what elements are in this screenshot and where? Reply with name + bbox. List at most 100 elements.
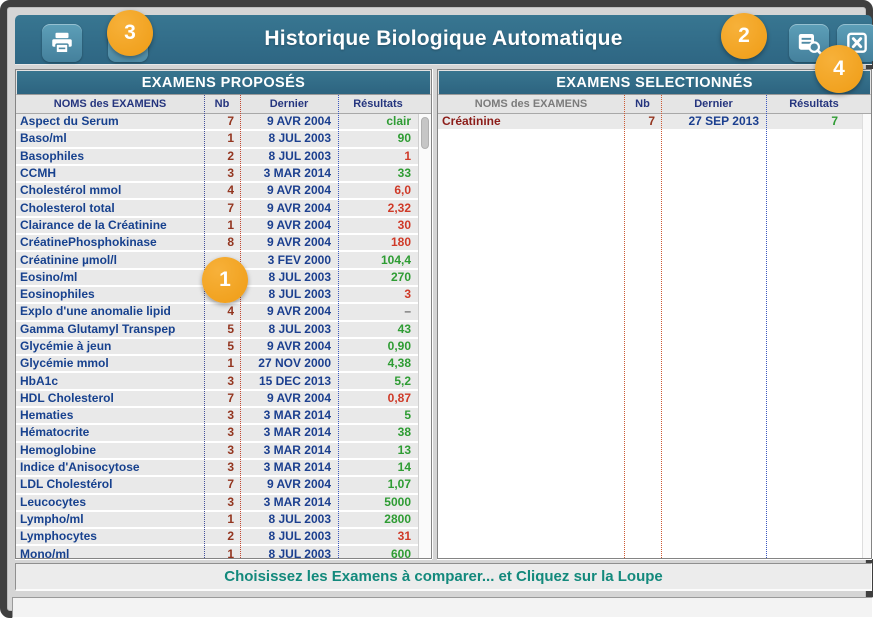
- table-cell: 4: [204, 304, 240, 319]
- table-row[interactable]: Mono/ml18 JUL 2003600: [16, 546, 418, 558]
- scrollbar-thumb[interactable]: [421, 117, 429, 149]
- table-cell: Glycémie à jeun: [16, 339, 204, 354]
- table-row[interactable]: HbA1c315 DEC 20135,2: [16, 373, 418, 390]
- table-cell: 600: [338, 547, 418, 558]
- table-row[interactable]: Gamma Glutamyl Transpep58 JUL 200343: [16, 322, 418, 339]
- table-cell: 1,07: [338, 477, 418, 492]
- app-screen: Historique Biologique Automatique: [0, 0, 873, 620]
- table-cell: Créatinine µmol/l: [16, 253, 204, 268]
- table-cell: Leucocytes: [16, 495, 204, 510]
- table-cell: Lympho/ml: [16, 512, 204, 527]
- table-cell: 3 MAR 2014: [240, 408, 338, 423]
- table-row[interactable]: Baso/ml18 JUL 200390: [16, 131, 418, 148]
- table-cell: 5: [204, 339, 240, 354]
- table-cell: 3 MAR 2014: [240, 495, 338, 510]
- table-cell: 31: [338, 529, 418, 544]
- table-cell: 7: [204, 114, 240, 129]
- table-row[interactable]: Clairance de la Créatinine19 AVR 200430: [16, 218, 418, 235]
- proposed-table-body: Aspect du Serum79 AVR 2004clairBaso/ml18…: [16, 114, 431, 558]
- table-cell: Gamma Glutamyl Transpep: [16, 322, 204, 337]
- table-cell: 3: [204, 460, 240, 475]
- column-header-dernier: Dernier: [661, 98, 766, 110]
- table-row[interactable]: Cholestérol mmol49 AVR 20046,0: [16, 183, 418, 200]
- table-row[interactable]: Leucocytes33 MAR 20145000: [16, 495, 418, 512]
- table-cell: HDL Cholesterol: [16, 391, 204, 406]
- column-separator: [338, 95, 339, 558]
- table-row[interactable]: CréatinePhosphokinase89 AVR 2004180: [16, 235, 418, 252]
- table-cell: 180: [338, 235, 418, 250]
- table-cell: Hemoglobine: [16, 443, 204, 458]
- table-row[interactable]: Glycémie à jeun59 AVR 20040,90: [16, 339, 418, 356]
- table-row[interactable]: Hemoglobine33 MAR 201413: [16, 443, 418, 460]
- table-row[interactable]: Glycémie mmol127 NOV 20004,38: [16, 356, 418, 373]
- table-cell: 2,32: [338, 201, 418, 216]
- table-cell: Lymphocytes: [16, 529, 204, 544]
- table-cell: 8 JUL 2003: [240, 287, 338, 302]
- table-cell: Eosinophiles: [16, 287, 204, 302]
- table-cell: Indice d'Anisocytose: [16, 460, 204, 475]
- instruction-bar: Choisissez les Examens à comparer... et …: [15, 563, 872, 591]
- table-cell: 8 JUL 2003: [240, 149, 338, 164]
- table-cell: 2: [204, 149, 240, 164]
- vertical-scrollbar[interactable]: [418, 114, 431, 558]
- table-cell: Explo d'une anomalie lipid: [16, 304, 204, 319]
- table-cell: 3: [204, 374, 240, 389]
- table-row[interactable]: Lympho/ml18 JUL 20032800: [16, 512, 418, 529]
- table-row[interactable]: Aspect du Serum79 AVR 2004clair: [16, 114, 418, 131]
- table-cell: CCMH: [16, 166, 204, 181]
- table-cell: 9 AVR 2004: [240, 304, 338, 319]
- table-cell: Clairance de la Créatinine: [16, 218, 204, 233]
- table-cell: 1: [204, 218, 240, 233]
- table-row[interactable]: CCMH33 MAR 201433: [16, 166, 418, 183]
- table-cell: HbA1c: [16, 374, 204, 389]
- table-row[interactable]: Cholesterol total79 AVR 20042,32: [16, 200, 418, 217]
- table-row[interactable]: Indice d'Anisocytose33 MAR 201414: [16, 460, 418, 477]
- annotation-badge-4: 4: [815, 45, 863, 93]
- table-row[interactable]: Créatinine727 SEP 20137: [438, 114, 862, 131]
- table-cell: Aspect du Serum: [16, 114, 204, 129]
- table-row[interactable]: Hematies33 MAR 20145: [16, 408, 418, 425]
- table-cell: 13: [338, 443, 418, 458]
- table-cell: 8 JUL 2003: [240, 322, 338, 337]
- column-header-nb: Nb: [204, 98, 240, 110]
- column-header-noms: NOMS des EXAMENS: [438, 98, 624, 110]
- table-cell: Hématocrite: [16, 425, 204, 440]
- panel-examens-selectionnes: EXAMENS SELECTIONNÉS NOMS des EXAMENS Nb…: [437, 69, 872, 559]
- table-cell: 4: [204, 183, 240, 198]
- vertical-scrollbar[interactable]: [862, 114, 871, 558]
- table-row[interactable]: Explo d'une anomalie lipid49 AVR 2004–: [16, 304, 418, 321]
- table-cell: 0,87: [338, 391, 418, 406]
- table-cell: 27 NOV 2000: [240, 356, 338, 371]
- table-row[interactable]: Lymphocytes28 JUL 200331: [16, 529, 418, 546]
- table-cell: 9 AVR 2004: [240, 183, 338, 198]
- table-cell: Basophiles: [16, 149, 204, 164]
- table-cell: Cholesterol total: [16, 201, 204, 216]
- table-row[interactable]: Basophiles28 JUL 20031: [16, 149, 418, 166]
- panel-selected-title: EXAMENS SELECTIONNÉS: [438, 70, 871, 95]
- table-cell: 0,90: [338, 339, 418, 354]
- column-separator: [766, 95, 767, 558]
- table-cell: 3 MAR 2014: [240, 443, 338, 458]
- table-row[interactable]: Hématocrite33 MAR 201438: [16, 425, 418, 442]
- column-header-noms: NOMS des EXAMENS: [16, 98, 204, 110]
- table-cell: 30: [338, 218, 418, 233]
- selected-table-body: Créatinine727 SEP 20137: [438, 114, 871, 558]
- table-cell: 2800: [338, 512, 418, 527]
- window-frame: Historique Biologique Automatique: [0, 0, 873, 618]
- table-cell: 3: [204, 425, 240, 440]
- column-header-dernier: Dernier: [240, 98, 338, 110]
- table-row[interactable]: LDL Cholestérol79 AVR 20041,07: [16, 477, 418, 494]
- table-cell: 90: [338, 131, 418, 146]
- table-cell: 43: [338, 322, 418, 337]
- table-cell: 14: [338, 460, 418, 475]
- table-cell: 9 AVR 2004: [240, 391, 338, 406]
- table-cell: 15 DEC 2013: [240, 374, 338, 389]
- table-row[interactable]: HDL Cholesterol79 AVR 20040,87: [16, 391, 418, 408]
- proposed-column-headers: NOMS des EXAMENS Nb Dernier Résultats: [16, 95, 431, 114]
- table-cell: 3: [204, 166, 240, 181]
- status-bar: [12, 597, 873, 618]
- table-cell: 1: [204, 512, 240, 527]
- table-cell: 7: [204, 201, 240, 216]
- table-cell: 1: [338, 149, 418, 164]
- search-loupe-icon: [796, 30, 823, 57]
